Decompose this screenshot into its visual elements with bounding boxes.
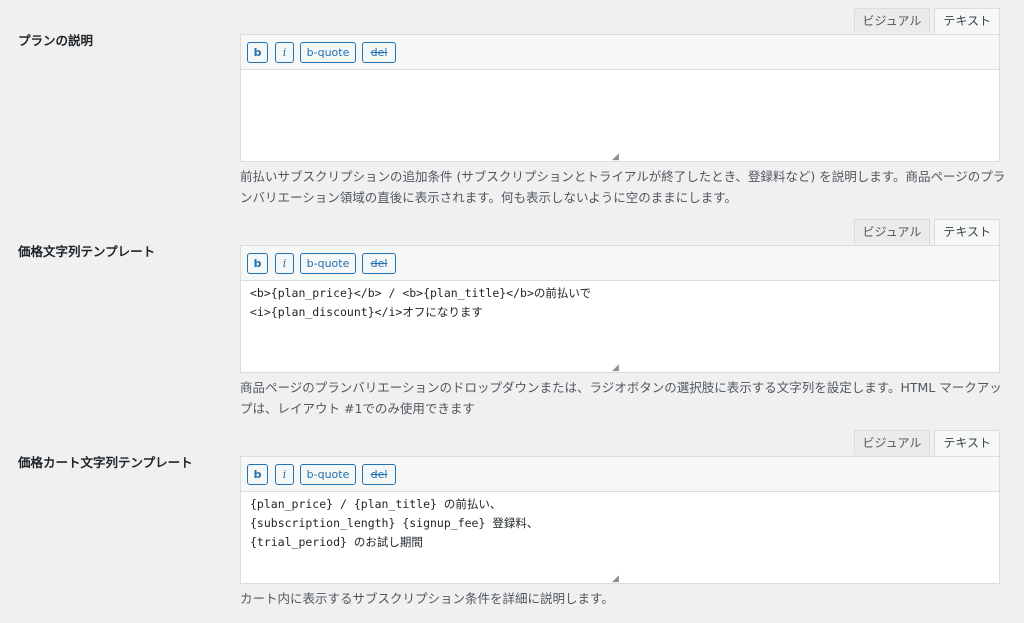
editor: ビジュアル テキスト b i b-quote del ◢ bbox=[240, 8, 1000, 164]
blockquote-button[interactable]: b-quote bbox=[300, 464, 356, 485]
tab-visual[interactable]: ビジュアル bbox=[853, 8, 931, 33]
editor-tabs: ビジュアル テキスト bbox=[850, 430, 1000, 457]
tab-text[interactable]: テキスト bbox=[934, 430, 1000, 457]
content-textarea[interactable]: {plan_price} / {plan_title} の前払い、 {subsc… bbox=[240, 491, 1000, 584]
field-label: 価格カート文字列テンプレート bbox=[18, 455, 193, 470]
quicktags-toolbar: b i b-quote del bbox=[240, 456, 1000, 491]
del-button[interactable]: del bbox=[362, 253, 396, 274]
italic-button[interactable]: i bbox=[275, 42, 294, 63]
bold-button[interactable]: b bbox=[247, 464, 268, 485]
italic-button[interactable]: i bbox=[275, 253, 294, 274]
bold-button[interactable]: b bbox=[247, 42, 268, 63]
del-button[interactable]: del bbox=[362, 42, 396, 63]
field-label: プランの説明 bbox=[18, 33, 94, 48]
blockquote-button[interactable]: b-quote bbox=[300, 253, 356, 274]
del-button[interactable]: del bbox=[362, 464, 396, 485]
editor: ビジュアル テキスト b i b-quote del {plan_price} … bbox=[240, 430, 1000, 586]
field-description: カート内に表示するサブスクリプション条件を詳細に説明します。 bbox=[240, 591, 614, 606]
editor: ビジュアル テキスト b i b-quote del <b>{plan_pric… bbox=[240, 219, 1000, 375]
quicktags-toolbar: b i b-quote del bbox=[240, 34, 1000, 69]
field-description: 商品ページのプランバリエーションのドロップダウンまたは、ラジオボタンの選択肢に表… bbox=[240, 380, 1002, 416]
tab-text[interactable]: テキスト bbox=[934, 8, 1000, 35]
resize-handle-icon[interactable]: ◢ bbox=[612, 363, 622, 373]
tab-visual[interactable]: ビジュアル bbox=[853, 219, 931, 244]
resize-handle-icon[interactable]: ◢ bbox=[612, 574, 622, 584]
editor-tabs: ビジュアル テキスト bbox=[850, 219, 1000, 246]
blockquote-button[interactable]: b-quote bbox=[300, 42, 356, 63]
editor-tabs: ビジュアル テキスト bbox=[850, 8, 1000, 35]
field-label: 価格文字列テンプレート bbox=[18, 244, 156, 259]
bold-button[interactable]: b bbox=[247, 253, 268, 274]
tab-visual[interactable]: ビジュアル bbox=[853, 430, 931, 455]
tab-text[interactable]: テキスト bbox=[934, 219, 1000, 246]
content-textarea[interactable] bbox=[240, 69, 1000, 162]
quicktags-toolbar: b i b-quote del bbox=[240, 245, 1000, 280]
field-description: 前払いサブスクリプションの追加条件 (サブスクリプションとトライアルが終了したと… bbox=[240, 169, 1006, 205]
resize-handle-icon[interactable]: ◢ bbox=[612, 152, 622, 162]
content-textarea[interactable]: <b>{plan_price}</b> / <b>{plan_title}</b… bbox=[240, 280, 1000, 373]
italic-button[interactable]: i bbox=[275, 464, 294, 485]
